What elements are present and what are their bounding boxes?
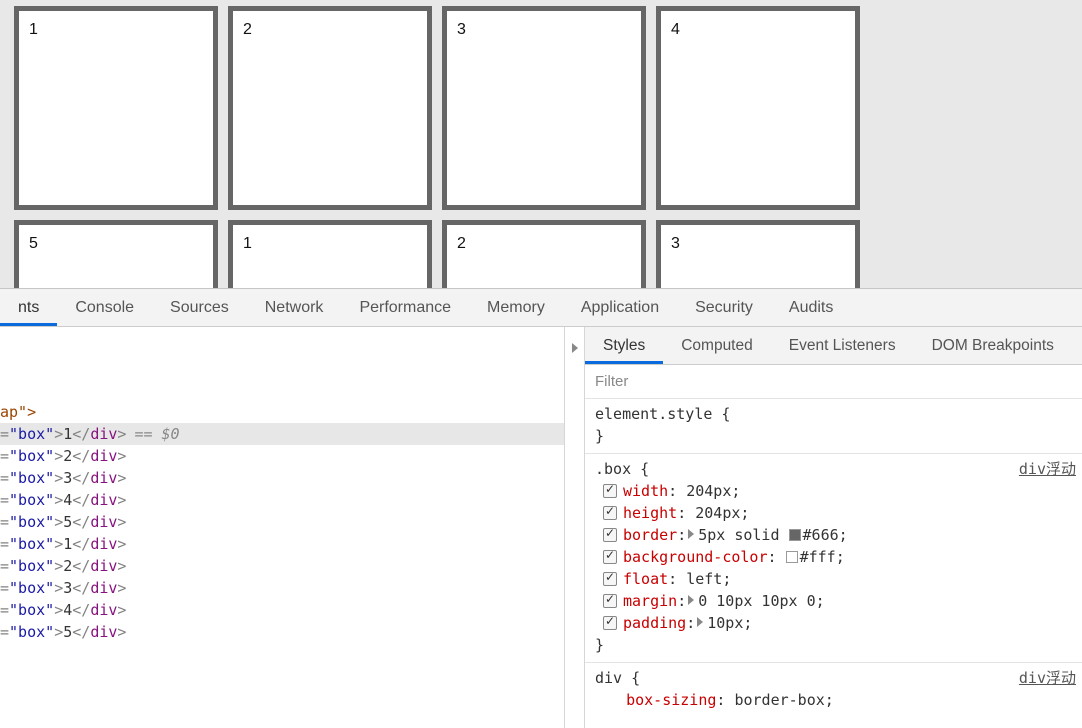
css-declaration[interactable]: background-color: #fff;	[595, 546, 1072, 568]
tab-sources[interactable]: Sources	[152, 289, 247, 326]
box-2a: 2	[228, 6, 432, 210]
decl-toggle[interactable]	[603, 550, 617, 564]
decl-toggle[interactable]	[603, 484, 617, 498]
expand-icon[interactable]	[697, 617, 703, 627]
side-tabbar: Styles Computed Event Listeners DOM Brea…	[585, 327, 1082, 365]
wrap-node[interactable]: ap">	[0, 401, 564, 423]
tab-audits[interactable]: Audits	[771, 289, 851, 326]
dom-node[interactable]: ="box">4</div>	[0, 599, 564, 621]
color-swatch-icon[interactable]	[789, 529, 801, 541]
div-rule[interactable]: div浮动 div { box-sizing: border-box;	[585, 663, 1082, 717]
dom-node[interactable]: ="box">4</div>	[0, 489, 564, 511]
tab-elements[interactable]: nts	[0, 289, 57, 326]
rendered-page: 1 2 3 4 5 1 2 3 4 5	[0, 0, 1082, 288]
css-declaration[interactable]: padding:10px;	[595, 612, 1072, 634]
devtools: nts Console Sources Network Performance …	[0, 288, 1082, 728]
styles-panel: Styles Computed Event Listeners DOM Brea…	[584, 327, 1082, 728]
dom-node[interactable]: ="box">5</div>	[0, 511, 564, 533]
tab-performance[interactable]: Performance	[341, 289, 469, 326]
tab-styles[interactable]: Styles	[585, 327, 663, 364]
dom-node[interactable]: ="box">3</div>	[0, 577, 564, 599]
tab-event-listeners[interactable]: Event Listeners	[771, 327, 914, 364]
dom-node[interactable]: ="box">2</div>	[0, 555, 564, 577]
css-declaration[interactable]: float: left;	[595, 568, 1072, 590]
devtools-panels: ap"> ="box">1</div>== $0="box">2</div>="…	[0, 327, 1082, 728]
dom-node[interactable]: ="box">1</div>== $0	[0, 423, 564, 445]
box-rule[interactable]: div浮动 .box { width: 204px;height: 204px;…	[585, 454, 1082, 663]
css-declaration[interactable]: border:5px solid #666;	[595, 524, 1072, 546]
decl-toggle[interactable]	[603, 594, 617, 608]
css-declaration[interactable]: margin:0 10px 10px 0;	[595, 590, 1072, 612]
box-wrap: 1 2 3 4 5 1 2 3 4 5	[14, 6, 1082, 288]
box-1b: 1	[228, 220, 432, 288]
expand-icon[interactable]	[688, 595, 694, 605]
box-rule-source-link[interactable]: div浮动	[1019, 458, 1076, 480]
tab-application[interactable]: Application	[563, 289, 677, 326]
dom-node[interactable]: ="box">5</div>	[0, 621, 564, 643]
css-declaration[interactable]: width: 204px;	[595, 480, 1072, 502]
color-swatch-icon[interactable]	[786, 551, 798, 563]
tab-dom-breakpoints[interactable]: DOM Breakpoints	[914, 327, 1072, 364]
box-4a: 4	[656, 6, 860, 210]
tab-security[interactable]: Security	[677, 289, 771, 326]
dom-node[interactable]: ="box">2</div>	[0, 445, 564, 467]
box-3a: 3	[442, 6, 646, 210]
elements-panel[interactable]: ap"> ="box">1</div>== $0="box">2</div>="…	[0, 327, 564, 728]
decl-toggle[interactable]	[603, 506, 617, 520]
tab-computed[interactable]: Computed	[663, 327, 771, 364]
element-style-rule[interactable]: element.style { }	[585, 399, 1082, 454]
box-3b: 3	[656, 220, 860, 288]
dom-node[interactable]: ="box">3</div>	[0, 467, 564, 489]
box-2b: 2	[442, 220, 646, 288]
styles-filter-input[interactable]	[585, 365, 1082, 398]
panel-splitter[interactable]	[564, 327, 584, 728]
decl-toggle[interactable]	[603, 528, 617, 542]
dom-node[interactable]: ="box">1</div>	[0, 533, 564, 555]
decl-toggle[interactable]	[603, 616, 617, 630]
div-rule-decl[interactable]: box-sizing: border-box;	[595, 689, 1072, 711]
expand-icon[interactable]	[688, 529, 694, 539]
styles-body: element.style { } div浮动 .box { width: 20…	[585, 399, 1082, 728]
tab-network[interactable]: Network	[247, 289, 342, 326]
box-5a: 5	[14, 220, 218, 288]
devtools-tabbar: nts Console Sources Network Performance …	[0, 289, 1082, 327]
decl-toggle[interactable]	[603, 572, 617, 586]
tab-console[interactable]: Console	[57, 289, 152, 326]
css-declaration[interactable]: height: 204px;	[595, 502, 1072, 524]
chevron-right-icon	[572, 343, 578, 353]
tab-memory[interactable]: Memory	[469, 289, 563, 326]
div-rule-source-link[interactable]: div浮动	[1019, 667, 1076, 689]
box-1a: 1	[14, 6, 218, 210]
styles-filter-row	[585, 365, 1082, 399]
